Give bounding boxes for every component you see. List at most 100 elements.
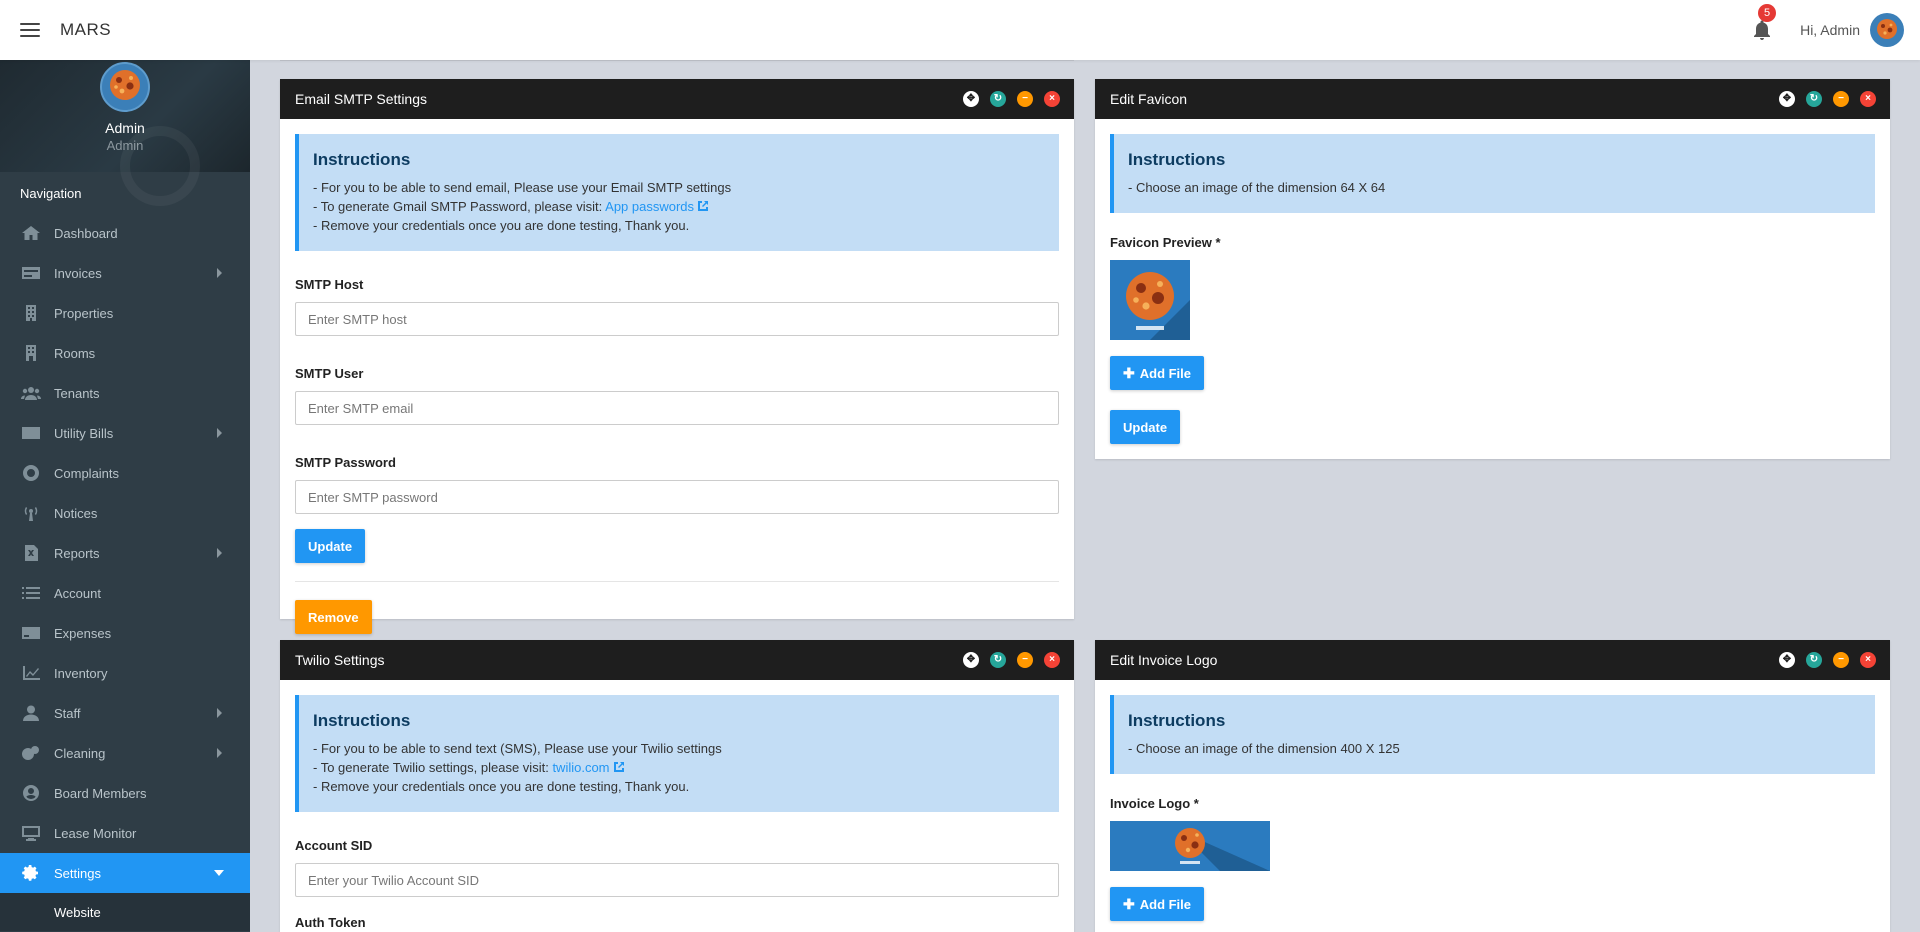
door-icon bbox=[20, 344, 42, 362]
sidebar-item-utility-bills[interactable]: Utility Bills bbox=[0, 413, 250, 453]
users-icon bbox=[20, 384, 42, 402]
smtp-host-input[interactable] bbox=[295, 302, 1059, 336]
notification-bell-icon[interactable]: 5 bbox=[1750, 4, 1777, 42]
button-label: Add File bbox=[1139, 896, 1192, 912]
sidebar-item-label: Expenses bbox=[54, 625, 112, 641]
twilio-settings-card: Twilio Settings ✥ ↻ − × Instructions - F… bbox=[280, 640, 1074, 932]
lifebuoy-icon bbox=[20, 464, 42, 482]
instructions-title: Instructions bbox=[1128, 711, 1226, 730]
invoice-icon bbox=[20, 264, 42, 282]
menu-toggle-icon[interactable] bbox=[20, 23, 40, 37]
sidebar-item-label: Utility Bills bbox=[54, 425, 114, 441]
card-tools: ✥ ↻ − × bbox=[1779, 91, 1876, 107]
minimize-icon[interactable]: − bbox=[1833, 91, 1849, 107]
email-smtp-card: Email SMTP Settings ✥ ↻ − × Instructions… bbox=[280, 79, 1074, 634]
cleaning-icon bbox=[20, 744, 42, 762]
smtp-password-input[interactable] bbox=[295, 480, 1059, 514]
monitor-icon bbox=[20, 824, 42, 842]
chevron-down-icon bbox=[214, 870, 224, 876]
sidebar-item-label: Lease Monitor bbox=[54, 825, 137, 841]
move-icon[interactable]: ✥ bbox=[963, 652, 979, 668]
favicon-update-button[interactable]: Update bbox=[1110, 410, 1181, 444]
refresh-icon[interactable]: ↻ bbox=[1806, 91, 1822, 107]
favicon-preview-label: Favicon Preview * bbox=[1110, 235, 1221, 250]
brand-name[interactable]: MARS bbox=[60, 20, 111, 40]
auth-token-label: Auth Token bbox=[295, 915, 366, 930]
sidebar-subitem-website[interactable]: Website bbox=[0, 893, 250, 931]
external-link-icon bbox=[698, 201, 709, 211]
minimize-icon[interactable]: − bbox=[1017, 652, 1033, 668]
card-title: Edit Invoice Logo bbox=[1110, 652, 1218, 668]
smtp-user-input[interactable] bbox=[295, 391, 1059, 425]
card-header: Edit Invoice Logo ✥ ↻ − × bbox=[1095, 640, 1890, 680]
divider bbox=[295, 581, 1059, 582]
chevron-right-icon bbox=[217, 748, 222, 758]
account-sid-input[interactable] bbox=[295, 863, 1059, 897]
card-title: Email SMTP Settings bbox=[295, 91, 428, 107]
card-body: Instructions - For you to be able to sen… bbox=[280, 680, 1074, 932]
instruction-text: - To generate Gmail SMTP Password, pleas… bbox=[313, 199, 603, 214]
sidebar-item-lease-monitor[interactable]: Lease Monitor bbox=[0, 813, 250, 853]
sidebar-item-complaints[interactable]: Complaints bbox=[0, 453, 250, 493]
favicon-preview-image bbox=[1110, 260, 1190, 340]
user-greeting[interactable]: Hi, Admin bbox=[1800, 22, 1860, 38]
sidebar-item-tenants[interactable]: Tenants bbox=[0, 373, 250, 413]
sidebar-item-invoices[interactable]: Invoices bbox=[0, 253, 250, 293]
home-icon bbox=[20, 224, 42, 242]
instruction-line: - For you to be able to send email, Plea… bbox=[313, 180, 732, 195]
sidebar-item-expenses[interactable]: Expenses bbox=[0, 613, 250, 653]
user-avatar[interactable] bbox=[1870, 13, 1904, 47]
twilio-link[interactable]: twilio.com bbox=[552, 760, 609, 775]
favicon-add-file-button[interactable]: ✚ Add File bbox=[1110, 356, 1205, 390]
card-body: Instructions - Choose an image of the di… bbox=[1095, 680, 1890, 932]
sidebar-item-board-members[interactable]: Board Members bbox=[0, 773, 250, 813]
sidebar-item-properties[interactable]: Properties bbox=[0, 293, 250, 333]
plus-icon: ✚ bbox=[1123, 895, 1135, 912]
refresh-icon[interactable]: ↻ bbox=[990, 652, 1006, 668]
refresh-icon[interactable]: ↻ bbox=[990, 91, 1006, 107]
sidebar-item-inventory[interactable]: Inventory bbox=[0, 653, 250, 693]
building-icon bbox=[20, 304, 42, 322]
sidebar-item-rooms[interactable]: Rooms bbox=[0, 333, 250, 373]
sidebar-item-notices[interactable]: Notices bbox=[0, 493, 250, 533]
sidebar-item-dashboard[interactable]: Dashboard bbox=[0, 213, 250, 253]
sidebar-item-label: Settings bbox=[54, 865, 101, 881]
profile-avatar[interactable] bbox=[100, 62, 150, 112]
invoice-logo-image bbox=[1110, 821, 1270, 871]
member-icon bbox=[20, 784, 42, 802]
close-icon[interactable]: × bbox=[1860, 91, 1876, 107]
user-icon bbox=[20, 704, 42, 722]
close-icon[interactable]: × bbox=[1044, 652, 1060, 668]
smtp-user-label: SMTP User bbox=[295, 366, 364, 381]
instructions-title: Instructions bbox=[1128, 150, 1226, 169]
minimize-icon[interactable]: − bbox=[1017, 91, 1033, 107]
sidebar-item-label: Notices bbox=[54, 505, 98, 521]
move-icon[interactable]: ✥ bbox=[963, 91, 979, 107]
account-sid-label: Account SID bbox=[295, 838, 373, 853]
invoice-add-file-button[interactable]: ✚ Add File bbox=[1110, 887, 1205, 921]
instruction-line: - Remove your credentials once you are d… bbox=[313, 779, 690, 794]
refresh-icon[interactable]: ↻ bbox=[1806, 652, 1822, 668]
chevron-right-icon bbox=[217, 708, 222, 718]
instruction-line: - Remove your credentials once you are d… bbox=[313, 218, 690, 233]
minimize-icon[interactable]: − bbox=[1833, 652, 1849, 668]
smtp-update-button[interactable]: Update bbox=[295, 529, 366, 563]
close-icon[interactable]: × bbox=[1860, 652, 1876, 668]
sidebar-item-reports[interactable]: Reports bbox=[0, 533, 250, 573]
chevron-right-icon bbox=[217, 428, 222, 438]
sidebar-item-account[interactable]: Account bbox=[0, 573, 250, 613]
edit-favicon-card: Edit Favicon ✥ ↻ − × Instructions - Choo… bbox=[1095, 79, 1890, 459]
smtp-remove-button[interactable]: Remove bbox=[295, 600, 372, 634]
sidebar-item-staff[interactable]: Staff bbox=[0, 693, 250, 733]
sidebar-item-cleaning[interactable]: Cleaning bbox=[0, 733, 250, 773]
sidebar-item-label: Properties bbox=[54, 305, 114, 321]
close-icon[interactable]: × bbox=[1044, 91, 1060, 107]
instructions-title: Instructions bbox=[313, 711, 411, 730]
move-icon[interactable]: ✥ bbox=[1779, 652, 1795, 668]
move-icon[interactable]: ✥ bbox=[1779, 91, 1795, 107]
smtp-host-label: SMTP Host bbox=[295, 277, 364, 292]
invoice-logo-label: Invoice Logo * bbox=[1110, 796, 1199, 811]
sidebar-item-settings[interactable]: Settings bbox=[0, 853, 250, 893]
app-passwords-link[interactable]: App passwords bbox=[605, 199, 694, 214]
instructions-title: Instructions bbox=[313, 150, 411, 169]
